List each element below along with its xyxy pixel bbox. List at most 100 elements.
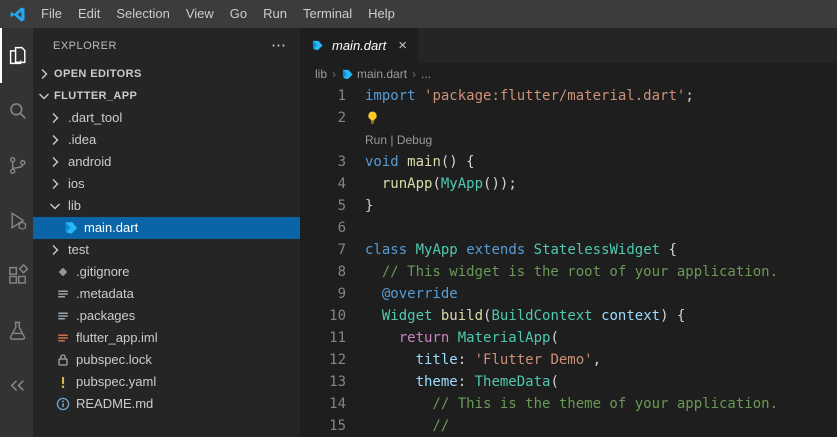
dart-icon (63, 220, 79, 236)
tree-item-label: test (68, 239, 89, 261)
menu-item-file[interactable]: File (33, 0, 70, 28)
activity-explorer-icon[interactable] (0, 28, 33, 83)
code-text: runApp(MyApp()); (346, 173, 517, 195)
code-text: theme: ThemeData( (346, 371, 559, 393)
menu-item-go[interactable]: Go (222, 0, 255, 28)
tree-item-label: .metadata (76, 283, 134, 305)
code-lens-separator: | (387, 133, 397, 147)
line-number: 8 (300, 264, 346, 280)
line-number: 1 (300, 88, 346, 104)
menu-item-terminal[interactable]: Terminal (295, 0, 360, 28)
tree-item-pubspec-yaml[interactable]: pubspec.yaml (33, 371, 300, 393)
breadcrumb-item-lib[interactable]: lib (315, 67, 327, 81)
code-text: // This is the theme of your application… (346, 393, 778, 415)
breadcrumb-separator: › (332, 67, 336, 81)
yaml-icon (55, 374, 71, 390)
file-lines-icon (55, 286, 71, 302)
menu-bar: FileEditSelectionViewGoRunTerminalHelp (0, 0, 837, 28)
line-number: 6 (300, 220, 346, 236)
line-number: 9 (300, 286, 346, 302)
menu-item-edit[interactable]: Edit (70, 0, 108, 28)
tree-item-pubspec-lock[interactable]: pubspec.lock (33, 349, 300, 371)
tree-item-flutter-app-iml[interactable]: flutter_app.iml (33, 327, 300, 349)
code-line-15: 15 // (300, 415, 837, 437)
code-text: title: 'Flutter Demo', (346, 349, 601, 371)
code-line-7: 7class MyApp extends StatelessWidget { (300, 239, 837, 261)
tab-bar: main.dart × (300, 28, 837, 63)
code-line-1: 1import 'package:flutter/material.dart'; (300, 85, 837, 107)
tree-item-label: ios (68, 173, 85, 195)
menu-item-view[interactable]: View (178, 0, 222, 28)
chevron-right-icon (36, 66, 52, 82)
activity-run-debug-icon[interactable] (0, 193, 33, 248)
tree-item-packages[interactable]: .packages (33, 305, 300, 327)
menu-item-help[interactable]: Help (360, 0, 403, 28)
editor-area: main.dart × lib › main.dart ›... 1import 'p… (300, 28, 837, 437)
lightbulb-icon[interactable] (365, 110, 380, 125)
explorer-header: EXPLORER ⋯ (33, 28, 300, 63)
tree-item-label: main.dart (84, 217, 138, 239)
activity-search-icon[interactable] (0, 83, 33, 138)
tree-item-test[interactable]: test (33, 239, 300, 261)
code-line-11: 11 return MaterialApp( (300, 327, 837, 349)
tree-item-main-dart[interactable]: main.dart (33, 217, 300, 239)
tab-label: main.dart (332, 38, 386, 53)
tree-item-label: .dart_tool (68, 107, 122, 129)
chevron-right-icon (47, 242, 63, 258)
line-number: 13 (300, 374, 346, 390)
tree-item-gitignore[interactable]: .gitignore (33, 261, 300, 283)
iml-icon (55, 330, 71, 346)
tree-item-label: .idea (68, 129, 96, 151)
chevron-right-icon (47, 176, 63, 192)
tree-item-idea[interactable]: .idea (33, 129, 300, 151)
breadcrumb-separator: › (412, 67, 416, 81)
code-text: void main() { (346, 151, 475, 173)
line-number: 4 (300, 176, 346, 192)
menu-item-selection[interactable]: Selection (108, 0, 177, 28)
menu-item-run[interactable]: Run (255, 0, 295, 28)
code-text: class MyApp extends StatelessWidget { (346, 239, 677, 261)
code-line-10: 10 Widget build(BuildContext context) { (300, 305, 837, 327)
code-line-12: 12 title: 'Flutter Demo', (300, 349, 837, 371)
tree-item-readme-md[interactable]: README.md (33, 393, 300, 415)
dart-icon (311, 39, 324, 52)
tree-item-android[interactable]: android (33, 151, 300, 173)
code-line-6: 6 (300, 217, 837, 239)
activity-source-control-icon[interactable] (0, 138, 33, 193)
activity-references-icon[interactable] (0, 358, 33, 413)
code-lens-debug[interactable]: Debug (397, 133, 432, 147)
tree-item-label: lib (68, 195, 81, 217)
breadcrumb-item-main-dart[interactable]: main.dart (341, 67, 407, 81)
tree-item-metadata[interactable]: .metadata (33, 283, 300, 305)
dart-icon (341, 68, 354, 81)
editor-tab-main-dart[interactable]: main.dart × (300, 28, 418, 63)
tree-item-dart-tool[interactable]: .dart_tool (33, 107, 300, 129)
line-number: 11 (300, 330, 346, 346)
code-text: @override (346, 283, 458, 305)
line-number: 7 (300, 242, 346, 258)
activity-testing-icon[interactable] (0, 303, 33, 358)
code-lens-row: Run | Debug (300, 129, 837, 151)
chevron-right-icon (47, 154, 63, 170)
code-text: import 'package:flutter/material.dart'; (346, 85, 694, 107)
breadcrumb-item-[interactable]: ... (421, 67, 431, 81)
code-lens-run[interactable]: Run (365, 133, 387, 147)
tree-item-lib[interactable]: lib (33, 195, 300, 217)
file-lines-icon (55, 308, 71, 324)
explorer-title: EXPLORER (53, 40, 117, 52)
line-number: 14 (300, 396, 346, 412)
code-editor[interactable]: 1import 'package:flutter/material.dart';… (300, 85, 837, 437)
activity-extensions-icon[interactable] (0, 248, 33, 303)
code-text: // This widget is the root of your appli… (346, 261, 778, 283)
open-editors-section[interactable]: OPEN EDITORS (33, 63, 300, 85)
code-line-8: 8 // This widget is the root of your app… (300, 261, 837, 283)
more-actions-icon[interactable]: ⋯ (271, 38, 286, 53)
code-text: Widget build(BuildContext context) { (346, 305, 685, 327)
tab-close-icon[interactable]: × (398, 37, 407, 54)
root-folder-section[interactable]: FLUTTER_APP (33, 85, 300, 107)
tree-item-ios[interactable]: ios (33, 173, 300, 195)
code-line-13: 13 theme: ThemeData( (300, 371, 837, 393)
code-line-4: 4 runApp(MyApp()); (300, 173, 837, 195)
tree-item-label: flutter_app.iml (76, 327, 158, 349)
menu-items: FileEditSelectionViewGoRunTerminalHelp (33, 0, 403, 28)
